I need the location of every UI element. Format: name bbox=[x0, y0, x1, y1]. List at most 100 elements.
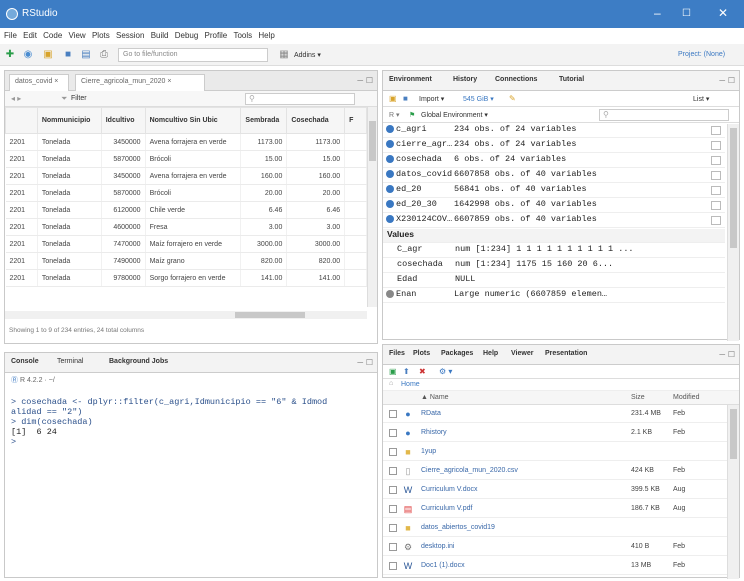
file-name[interactable]: RData bbox=[421, 410, 441, 417]
column-header[interactable]: Cosechada bbox=[286, 107, 346, 134]
minimize-button[interactable]: – bbox=[654, 6, 661, 20]
env-data-item[interactable]: X230124COV… 6607859 obs. of 40 variables bbox=[383, 214, 725, 228]
tab-viewer[interactable]: Viewer bbox=[511, 350, 533, 357]
maximize-pane-icon[interactable]: ☐ bbox=[728, 350, 735, 359]
files-scrollbar[interactable] bbox=[727, 405, 739, 579]
menu-session[interactable]: Session bbox=[116, 28, 144, 44]
new-folder-icon[interactable]: ▣ bbox=[389, 367, 397, 376]
file-row[interactable]: W Curriculum V.docx 399.5 KB Aug bbox=[383, 481, 727, 499]
scope-select[interactable]: Global Environment ▾ bbox=[421, 111, 488, 119]
data-search-input[interactable]: ⚲ bbox=[245, 93, 355, 105]
menu-tools[interactable]: Tools bbox=[233, 28, 252, 44]
scroll-thumb[interactable] bbox=[235, 312, 305, 318]
file-name[interactable]: Doc1 (1).docx bbox=[421, 562, 465, 569]
tab-console[interactable]: Console bbox=[11, 358, 39, 365]
column-header[interactable]: Idcultivo bbox=[100, 107, 146, 134]
scroll-thumb[interactable] bbox=[730, 409, 737, 459]
column-header[interactable]: F bbox=[344, 107, 367, 134]
file-checkbox[interactable] bbox=[389, 562, 397, 570]
file-row[interactable]: ▯ Cierre_agricola_mun_2020.csv 424 KB Feb bbox=[383, 462, 727, 480]
file-row[interactable]: ▤ Curriculum V.pdf 186.7 KB Aug bbox=[383, 500, 727, 518]
view-table-icon[interactable] bbox=[711, 156, 721, 165]
menu-plots[interactable]: Plots bbox=[92, 28, 110, 44]
tab-connections[interactable]: Connections bbox=[495, 76, 537, 83]
view-table-icon[interactable] bbox=[711, 201, 721, 210]
tab-plots[interactable]: Plots bbox=[413, 350, 430, 357]
file-name[interactable]: 1yup bbox=[421, 448, 436, 455]
tab-history[interactable]: History bbox=[453, 76, 477, 83]
memory-usage[interactable]: 545 GiB ▾ bbox=[463, 95, 494, 103]
file-name[interactable]: Rhistory bbox=[421, 429, 447, 436]
file-row[interactable]: ● Rhistory 2.1 KB Feb bbox=[383, 424, 727, 442]
maximize-button[interactable]: ☐ bbox=[682, 8, 691, 19]
env-data-item[interactable]: c_agri 234 obs. of 24 variables bbox=[383, 124, 725, 138]
save-icon[interactable]: ■ bbox=[62, 49, 74, 61]
file-row[interactable]: ■ datos_abiertos_covid19 bbox=[383, 519, 727, 537]
minimize-pane-icon[interactable]: ─ bbox=[357, 358, 363, 367]
save-workspace-icon[interactable]: ■ bbox=[403, 94, 408, 103]
file-row[interactable]: W Doc1 (1).docx 13 MB Feb bbox=[383, 557, 727, 575]
maximize-pane-icon[interactable]: ☐ bbox=[366, 358, 373, 367]
back-icon[interactable]: ◂ ▸ bbox=[11, 94, 21, 103]
filter-label[interactable]: Filter bbox=[71, 95, 87, 102]
view-mode-select[interactable]: List ▾ bbox=[693, 95, 709, 103]
project-menu[interactable]: Project: (None) bbox=[678, 51, 725, 58]
tab-tutorial[interactable]: Tutorial bbox=[559, 76, 584, 83]
menu-profile[interactable]: Profile bbox=[205, 28, 228, 44]
addins-menu[interactable]: Addins ▾ bbox=[294, 51, 321, 59]
grid-icon[interactable]: ▦ bbox=[278, 49, 290, 61]
tab-background-jobs[interactable]: Background Jobs bbox=[109, 358, 168, 365]
tab-packages[interactable]: Packages bbox=[441, 350, 473, 357]
vertical-scrollbar[interactable] bbox=[367, 107, 377, 307]
file-checkbox[interactable] bbox=[389, 410, 397, 418]
scroll-thumb[interactable] bbox=[369, 121, 376, 161]
column-header[interactable] bbox=[5, 107, 38, 134]
file-name[interactable]: datos_abiertos_covid19 bbox=[421, 524, 495, 531]
upload-icon[interactable]: ⬆ bbox=[403, 367, 410, 376]
env-value-item[interactable]: cosechada num [1:234] 1175 15 160 20 6... bbox=[383, 259, 725, 273]
new-project-icon[interactable]: ◉ bbox=[22, 49, 34, 61]
close-button[interactable]: ✕ bbox=[718, 6, 728, 20]
column-header[interactable]: Nommunicipio bbox=[36, 107, 102, 134]
env-value-item[interactable]: Enan Large numeric (6607859 elemen… bbox=[383, 289, 725, 303]
menu-help[interactable]: Help bbox=[258, 28, 274, 44]
minimize-pane-icon[interactable]: ─ bbox=[719, 350, 725, 359]
expand-icon[interactable] bbox=[386, 290, 394, 298]
menu-file[interactable]: File bbox=[4, 28, 17, 44]
horizontal-scrollbar[interactable] bbox=[5, 311, 367, 319]
view-table-icon[interactable] bbox=[711, 141, 721, 150]
minimize-pane-icon[interactable]: ─ bbox=[357, 76, 363, 85]
tab-presentation[interactable]: Presentation bbox=[545, 350, 587, 357]
column-header[interactable]: Sembrada bbox=[240, 107, 288, 134]
breadcrumb-home[interactable]: Home bbox=[401, 381, 420, 388]
menu-build[interactable]: Build bbox=[151, 28, 169, 44]
env-data-item[interactable]: cierre_agr… 234 obs. of 24 variables bbox=[383, 139, 725, 153]
save-all-icon[interactable]: ▤ bbox=[80, 49, 92, 61]
file-name[interactable]: Cierre_agricola_mun_2020.csv bbox=[421, 467, 518, 474]
language-select[interactable]: R ▾ bbox=[389, 111, 400, 119]
column-header[interactable]: Nomcultivo Sin Ubic bbox=[144, 107, 242, 134]
tab-terminal[interactable]: Terminal bbox=[57, 358, 83, 365]
tab-files[interactable]: Files bbox=[389, 350, 405, 357]
view-table-icon[interactable] bbox=[711, 216, 721, 225]
file-checkbox[interactable] bbox=[389, 429, 397, 437]
view-table-icon[interactable] bbox=[711, 171, 721, 180]
goto-file-input[interactable]: Go to file/function bbox=[118, 48, 268, 62]
file-checkbox[interactable] bbox=[389, 448, 397, 456]
delete-icon[interactable]: ✖ bbox=[419, 367, 426, 376]
env-data-item[interactable]: cosechada 6 obs. of 24 variables bbox=[383, 154, 725, 168]
environment-scrollbar[interactable] bbox=[727, 124, 739, 341]
console-prompt[interactable]: > bbox=[11, 437, 327, 447]
import-dataset-button[interactable]: Import ▾ bbox=[419, 95, 444, 103]
file-row[interactable]: ● RData 231.4 MB Feb bbox=[383, 405, 727, 423]
file-name[interactable]: Curriculum V.docx bbox=[421, 486, 478, 493]
file-checkbox[interactable] bbox=[389, 524, 397, 532]
scroll-thumb[interactable] bbox=[730, 128, 737, 248]
column-modified-header[interactable]: Modified bbox=[673, 394, 699, 401]
filter-icon[interactable]: ⏷ bbox=[61, 94, 67, 104]
tab-environment[interactable]: Environment bbox=[389, 76, 432, 83]
column-size-header[interactable]: Size bbox=[631, 394, 645, 401]
maximize-pane-icon[interactable]: ☐ bbox=[728, 76, 735, 85]
open-file-icon[interactable]: ▣ bbox=[42, 49, 54, 61]
env-value-item[interactable]: Edad NULL bbox=[383, 274, 725, 288]
